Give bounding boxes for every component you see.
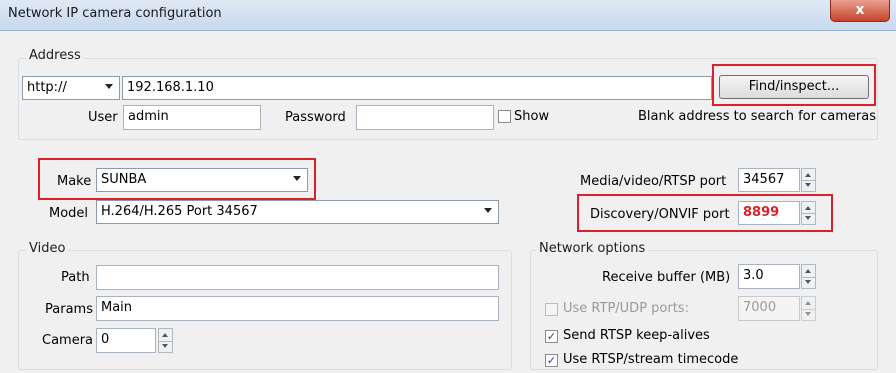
buffer-value: 3.0 xyxy=(743,268,764,283)
buffer-spinner[interactable] xyxy=(801,264,816,289)
buffer-input[interactable]: 3.0 xyxy=(738,264,800,289)
rtp-port-value: 7000 xyxy=(743,300,777,315)
timecode-checkbox[interactable]: ✓ xyxy=(545,354,558,367)
onvif-highlight xyxy=(577,194,833,232)
camera-spinner[interactable] xyxy=(158,328,173,353)
close-icon: x xyxy=(855,2,865,18)
show-password-checkbox[interactable] xyxy=(498,110,511,123)
chevron-down-icon xyxy=(484,208,492,213)
network-group-label: Network options xyxy=(536,241,649,256)
title-bar: Network IP camera configuration x xyxy=(0,0,896,31)
media-port-input[interactable]: 34567 xyxy=(738,168,800,192)
params-label: Params xyxy=(45,302,93,317)
timecode-label: Use RTSP/stream timecode xyxy=(563,352,739,367)
model-value: H.264/H.265 Port 34567 xyxy=(101,204,258,219)
model-label: Model xyxy=(49,206,89,221)
buffer-label: Receive buffer (MB) xyxy=(602,270,731,285)
camera-label: Camera xyxy=(42,333,94,348)
search-hint: Blank address to search for cameras xyxy=(638,109,876,124)
camera-value: 0 xyxy=(101,332,110,347)
protocol-value: http:// xyxy=(27,80,67,95)
find-highlight xyxy=(712,64,876,106)
make-highlight xyxy=(38,158,316,200)
rtp-port-input[interactable]: 7000 xyxy=(738,296,800,321)
user-input[interactable]: admin xyxy=(123,105,261,130)
address-value: 192.168.1.10 xyxy=(127,80,214,95)
rtp-port-spinner[interactable] xyxy=(801,296,816,321)
user-value: admin xyxy=(128,109,169,124)
media-port-label: Media/video/RTSP port xyxy=(580,174,727,189)
keepalive-label: Send RTSP keep-alives xyxy=(563,328,710,343)
user-label: User xyxy=(88,110,118,125)
password-input[interactable] xyxy=(356,105,494,130)
media-port-value: 34567 xyxy=(743,172,785,187)
path-input[interactable] xyxy=(96,265,499,290)
address-group-label: Address xyxy=(26,48,84,63)
address-input[interactable]: 192.168.1.10 xyxy=(122,76,712,100)
rtp-label: Use RTP/UDP ports: xyxy=(563,301,689,316)
media-port-spinner[interactable] xyxy=(801,168,816,192)
window-title: Network IP camera configuration xyxy=(8,6,222,21)
rtp-checkbox[interactable] xyxy=(545,303,558,316)
video-group-label: Video xyxy=(26,241,69,256)
camera-input[interactable]: 0 xyxy=(96,328,156,353)
protocol-select[interactable]: http:// xyxy=(22,76,120,100)
params-input[interactable]: Main xyxy=(96,296,499,321)
show-label: Show xyxy=(514,109,550,124)
params-value: Main xyxy=(101,300,133,315)
model-select[interactable]: H.264/H.265 Port 34567 xyxy=(96,200,499,224)
keepalive-checkbox[interactable]: ✓ xyxy=(545,330,558,343)
close-button[interactable]: x xyxy=(830,0,890,22)
password-label: Password xyxy=(285,110,346,125)
path-label: Path xyxy=(61,270,90,285)
chevron-down-icon xyxy=(105,84,113,89)
